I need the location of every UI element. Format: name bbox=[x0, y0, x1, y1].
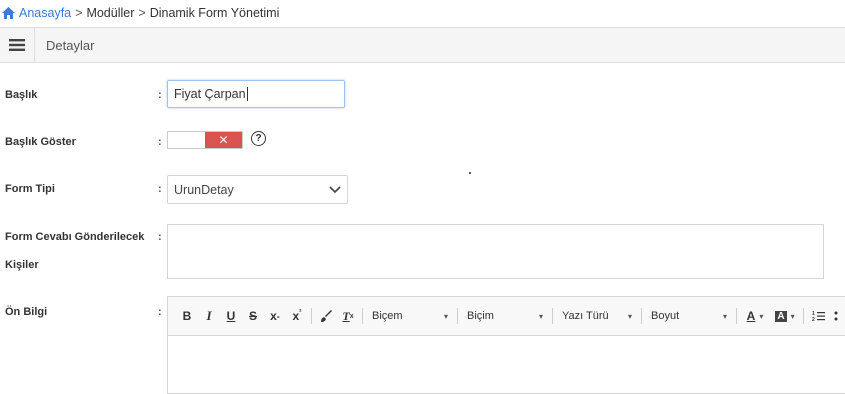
subscript-label: x bbox=[270, 309, 277, 323]
superscript-label: x bbox=[292, 309, 300, 323]
recipients-textarea[interactable] bbox=[167, 224, 824, 279]
breadcrumb-item-current: Dinamik Form Yönetimi bbox=[149, 6, 280, 20]
editor-toolbar: B I U S x₂ x² Tx Biçem ▾ Biçim ▾ Yazı Türü… bbox=[168, 297, 845, 336]
close-icon: ✕ bbox=[205, 132, 242, 148]
toolbar-divider bbox=[311, 308, 312, 324]
background-color-label: A bbox=[775, 310, 787, 322]
toolbar-divider bbox=[736, 308, 737, 324]
size-dropdown[interactable]: Boyut ▾ bbox=[645, 305, 733, 327]
caret-down-icon: ▾ bbox=[759, 311, 764, 321]
bold-button[interactable]: B bbox=[176, 305, 198, 327]
copy-format-button[interactable] bbox=[315, 305, 337, 327]
recipients-colon: : bbox=[158, 231, 162, 243]
subscript-mark: ₂ bbox=[276, 312, 280, 320]
breadcrumb: Anasayfa > Modüller > Dinamik Form Yönet… bbox=[0, 0, 845, 26]
caret-down-icon: ▾ bbox=[443, 311, 448, 321]
form-type-select[interactable]: UrunDetay bbox=[167, 175, 348, 204]
subscript-button[interactable]: x₂ bbox=[264, 305, 286, 327]
numbered-list-button[interactable]: 12 bbox=[807, 305, 829, 327]
stray-dot bbox=[469, 172, 471, 174]
text-color-button[interactable]: A ▾ bbox=[740, 305, 770, 327]
home-icon bbox=[2, 7, 15, 19]
form-type-value: UrunDetay bbox=[174, 182, 234, 197]
panel-header: Detaylar bbox=[0, 27, 845, 63]
more-vertical-icon bbox=[834, 311, 838, 321]
show-title-label: Başlık Göster bbox=[5, 136, 76, 148]
recipients-label-line1: Form Cevabı Gönderilecek bbox=[5, 231, 145, 243]
paintbrush-icon bbox=[320, 309, 332, 322]
font-dropdown[interactable]: Yazı Türü ▾ bbox=[556, 305, 638, 327]
preinfo-label: Ön Bilgi bbox=[5, 306, 48, 318]
form-type-label: Form Tipi bbox=[5, 183, 55, 195]
style-dropdown[interactable]: Biçem ▾ bbox=[366, 305, 454, 327]
text-color-label: A bbox=[746, 309, 756, 323]
more-options-button[interactable] bbox=[829, 305, 843, 327]
title-input[interactable]: Fiyat Çarpan bbox=[167, 80, 345, 108]
toolbar-divider bbox=[362, 308, 363, 324]
show-title-colon: : bbox=[158, 136, 162, 148]
form-type-colon: : bbox=[158, 183, 162, 195]
remove-format-mark: x bbox=[349, 312, 354, 320]
numbered-list-icon: 12 bbox=[812, 311, 825, 322]
style-dropdown-label: Biçem bbox=[372, 310, 403, 322]
title-label: Başlık bbox=[5, 89, 38, 101]
breadcrumb-separator: > bbox=[75, 6, 83, 20]
recipients-label-line2: Kişiler bbox=[5, 259, 39, 271]
breadcrumb-home-link[interactable]: Anasayfa bbox=[2, 6, 71, 20]
caret-down-icon: ▾ bbox=[627, 311, 632, 321]
caret-down-icon: ▾ bbox=[790, 311, 795, 321]
italic-button[interactable]: I bbox=[198, 305, 220, 327]
strikethrough-button[interactable]: S bbox=[242, 305, 264, 327]
title-input-value: Fiyat Çarpan bbox=[174, 87, 246, 101]
editor-content-area[interactable] bbox=[168, 336, 845, 394]
caret-down-icon: ▾ bbox=[722, 311, 727, 321]
superscript-mark: ² bbox=[299, 308, 302, 316]
format-dropdown[interactable]: Biçim ▾ bbox=[461, 305, 549, 327]
toolbar-divider bbox=[641, 308, 642, 324]
show-title-toggle[interactable]: ✕ bbox=[167, 131, 243, 149]
size-dropdown-label: Boyut bbox=[651, 310, 680, 322]
preinfo-colon: : bbox=[158, 306, 162, 318]
svg-text:2: 2 bbox=[812, 317, 815, 322]
remove-format-label: T bbox=[342, 308, 350, 323]
format-dropdown-label: Biçim bbox=[467, 310, 494, 322]
breadcrumb-separator: > bbox=[138, 6, 146, 20]
hamburger-icon bbox=[9, 39, 25, 51]
toolbar-divider bbox=[457, 308, 458, 324]
menu-toggle-button[interactable] bbox=[0, 28, 35, 62]
breadcrumb-home-label: Anasayfa bbox=[19, 6, 72, 20]
toggle-off-area bbox=[168, 132, 205, 148]
superscript-button[interactable]: x² bbox=[286, 305, 308, 327]
font-dropdown-label: Yazı Türü bbox=[562, 310, 609, 322]
toolbar-divider bbox=[803, 308, 804, 324]
background-color-button[interactable]: A ▾ bbox=[770, 305, 800, 327]
title-colon: : bbox=[158, 89, 162, 101]
toolbar-divider bbox=[552, 308, 553, 324]
rich-text-editor: B I U S x₂ x² Tx Biçem ▾ Biçim ▾ Yazı Türü… bbox=[167, 296, 845, 394]
help-icon[interactable]: ? bbox=[251, 131, 266, 146]
caret-down-icon: ▾ bbox=[538, 311, 543, 321]
breadcrumb-item-modules[interactable]: Modüller bbox=[86, 6, 134, 20]
panel-title: Detaylar bbox=[46, 37, 95, 53]
remove-format-button[interactable]: Tx bbox=[337, 305, 359, 327]
chevron-down-icon bbox=[329, 185, 341, 193]
underline-button[interactable]: U bbox=[220, 305, 242, 327]
